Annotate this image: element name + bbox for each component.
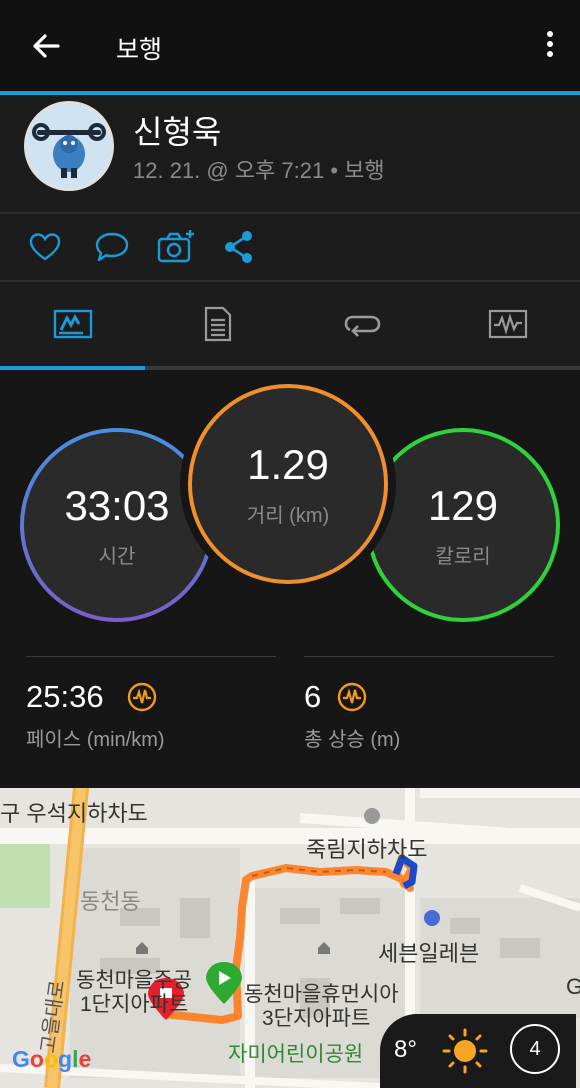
- map-label: 구 우석지하차도: [0, 801, 148, 826]
- calories-ring: 129 칼로리: [366, 428, 560, 622]
- map-label: G: [566, 974, 580, 999]
- distance-ring: 1.29 거리 (km): [188, 384, 388, 584]
- details-icon: [204, 306, 231, 342]
- google-logo: Google: [12, 1046, 92, 1072]
- pace-metric: 25:36 페이스 (min/km): [26, 656, 276, 751]
- page-title: 보행: [116, 36, 163, 64]
- summary-icon: [53, 309, 92, 339]
- overflow-menu-button[interactable]: [542, 28, 558, 64]
- camera-add-icon: [157, 230, 194, 263]
- share-button[interactable]: [222, 228, 262, 268]
- map-label: 3단지아파트: [262, 1007, 371, 1030]
- avatar[interactable]: [24, 101, 114, 191]
- add-photo-button[interactable]: [156, 228, 196, 268]
- calories-value: 129: [427, 481, 499, 529]
- pace-value: 25:36: [26, 679, 104, 714]
- app-bar: 보행: [0, 0, 580, 92]
- like-button[interactable]: [26, 228, 66, 268]
- time-label: 시간: [98, 545, 136, 568]
- back-button[interactable]: [26, 26, 66, 66]
- pace-label: 페이스 (min/km): [26, 729, 165, 751]
- tab-charts[interactable]: [435, 282, 580, 366]
- distance-value: 1.29: [247, 440, 329, 488]
- comment-button[interactable]: [92, 228, 132, 268]
- map-label: 1단지아파트: [80, 993, 189, 1016]
- pulse-icon: [337, 682, 367, 712]
- action-bar: [0, 214, 580, 280]
- tab-summary[interactable]: [0, 282, 145, 366]
- ascent-label: 총 상승 (m): [304, 729, 401, 751]
- distance-label: 거리 (km): [246, 504, 330, 527]
- time-ring: 33:03 시간: [20, 428, 214, 622]
- map-label: 죽림지하차도: [306, 837, 428, 862]
- time-value: 33:03: [64, 481, 170, 529]
- avatar-image: [27, 104, 111, 188]
- more-vertical-icon: [547, 31, 553, 37]
- ascent-metric: 6 총 상승 (m): [304, 656, 554, 751]
- laps-icon: [344, 315, 380, 337]
- activity-meta: 12. 21. @ 오후 7:21 • 보행: [133, 158, 385, 183]
- chart-icon: [488, 309, 527, 339]
- tab-bar: [0, 282, 580, 370]
- wind-speed: 4: [510, 1024, 560, 1074]
- pulse-icon: [127, 682, 157, 712]
- heart-icon: [29, 233, 61, 261]
- map-label: 동천동: [80, 889, 141, 914]
- stats-panel: 33:03 시간 129 칼로리 1.29 거리 (km) 25:36 페이스 …: [0, 370, 580, 788]
- route-map[interactable]: 구 우석지하차도 죽림지하차도 동천동 세븐일레븐 동천마을주공 1단지아파트 …: [0, 788, 580, 1088]
- user-name[interactable]: 신형욱: [133, 107, 221, 153]
- calories-label: 칼로리: [435, 545, 491, 568]
- map-label: 세븐일레븐: [378, 941, 480, 966]
- sun-icon: [442, 1028, 488, 1074]
- ascent-value: 6: [304, 679, 322, 714]
- share-icon: [225, 231, 252, 263]
- weather-badge: 8° 4: [380, 1014, 576, 1088]
- tab-details[interactable]: [145, 282, 290, 366]
- temperature: 8°: [394, 1036, 417, 1063]
- tab-laps[interactable]: [290, 282, 435, 366]
- arrow-left-icon: [33, 34, 60, 58]
- activity-header: 신형욱 12. 21. @ 오후 7:21 • 보행: [0, 95, 580, 213]
- map-label: 자미어린이공원: [228, 1043, 364, 1066]
- comment-icon: [95, 232, 129, 262]
